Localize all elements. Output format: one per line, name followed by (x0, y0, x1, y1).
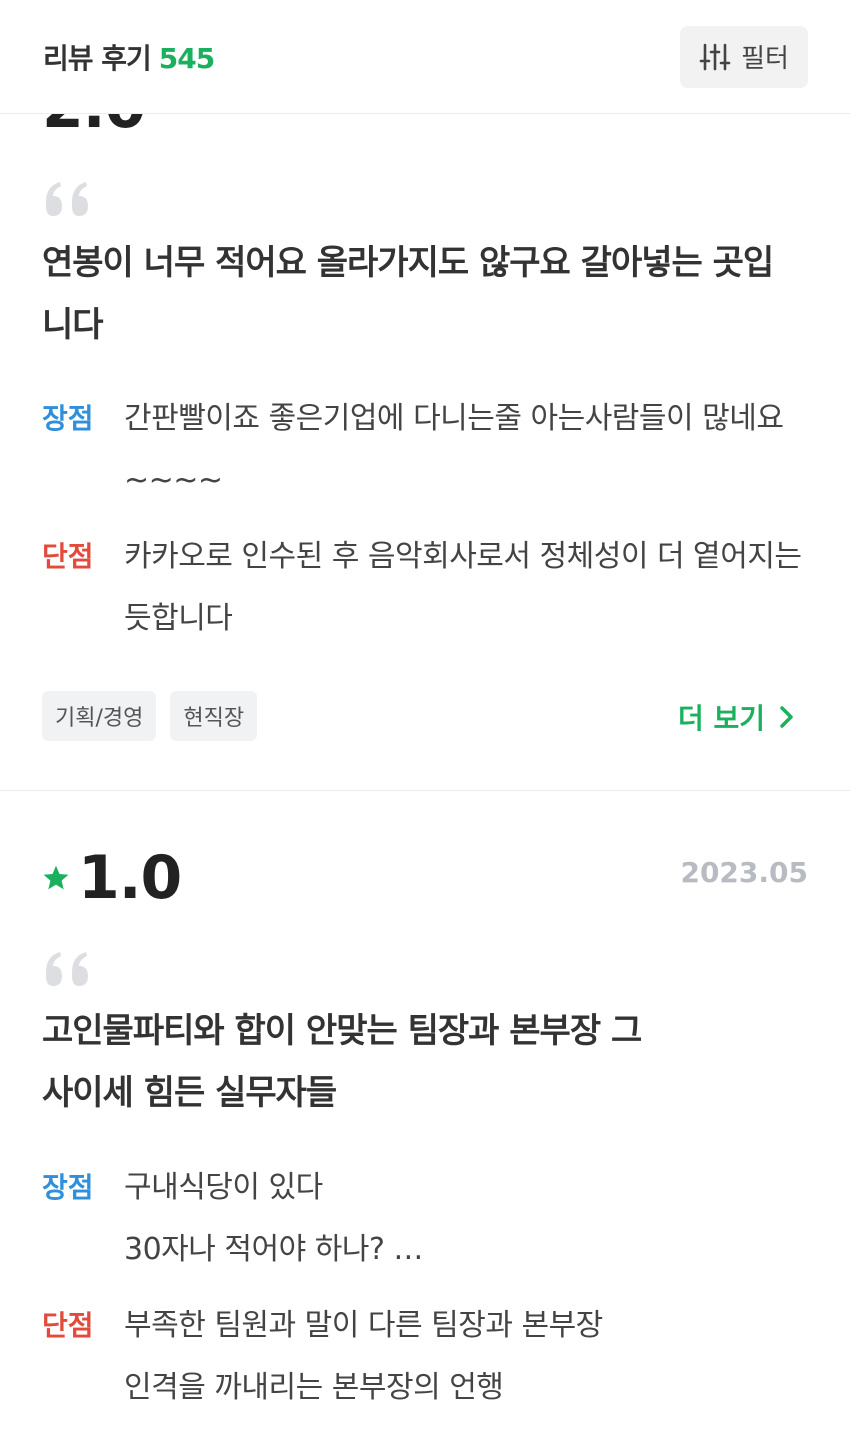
cons-label: 단점 (42, 540, 94, 573)
quote-icon (46, 952, 88, 986)
header-title-text: 리뷰 후기 (43, 41, 152, 75)
filter-button[interactable]: 필터 (680, 25, 808, 88)
cons-text: 부족한 팀원과 말이 다른 팀장과 본부장 인격을 까내리는 본부장의 언행 (124, 1295, 603, 1419)
pros-line: 구내식당이 있다 (124, 1170, 323, 1205)
review-date: 2023.05 (680, 856, 808, 889)
sliders-icon (699, 43, 731, 70)
review-header: 리뷰 후기 545 필터 (0, 0, 850, 114)
tag-status: 현직장 (170, 691, 258, 741)
pros-text: 구내식당이 있다 30자나 적어야 하나? … (124, 1157, 423, 1281)
cons-line: 부족한 팀원과 말이 다른 팀장과 본부장 (124, 1308, 603, 1343)
pros-label: 장점 (42, 1171, 94, 1204)
more-label: 더 보기 (677, 702, 765, 735)
pros-label: 장점 (42, 402, 94, 435)
cons-line: 인격을 까내리는 본부장의 언행 (124, 1370, 504, 1405)
filter-label: 필터 (741, 44, 789, 74)
rating-value: 1.0 (78, 843, 182, 913)
review-card: 1.0 2023.05 고인물파티와 합이 안맞는 팀장과 본부장 그사이세 힘… (0, 791, 850, 1434)
cons-label: 단점 (42, 1309, 94, 1342)
review-title: 고인물파티와 합이 안맞는 팀장과 본부장 그사이세 힘든 실무자들 (42, 1011, 642, 1113)
cons-section: 단점 부족한 팀원과 말이 다른 팀장과 본부장 인격을 까내리는 본부장의 언… (42, 1295, 802, 1419)
review-card: 2.0 연봉이 너무 적어요 올라가지도 않구요 갈아넣는 곳입니다 장점 간판… (0, 0, 850, 790)
review-count: 545 (158, 41, 215, 75)
tag-job: 기획/경영 (42, 691, 157, 741)
pros-section: 장점 구내식당이 있다 30자나 적어야 하나? … (42, 1157, 802, 1281)
rating-row: 1.0 (42, 843, 182, 913)
review-title: 연봉이 너무 적어요 올라가지도 않구요 갈아넣는 곳입니다 (42, 243, 774, 345)
tag-list: 기획/경영 현직장 (42, 691, 258, 741)
pros-section: 장점 간판빨이죠 좋은기업에 다니는줄 아는사람들이 많네요~~~~ (42, 388, 802, 512)
pros-text: 간판빨이죠 좋은기업에 다니는줄 아는사람들이 많네요~~~~ (124, 401, 784, 498)
more-button[interactable]: 더 보기 (678, 697, 795, 737)
cons-section: 단점 카카오로 인수된 후 음악회사로서 정체성이 더 옅어지는듯합니다 (42, 526, 802, 650)
cons-text: 카카오로 인수된 후 음악회사로서 정체성이 더 옅어지는듯합니다 (124, 539, 802, 636)
star-icon (43, 865, 69, 890)
header-title: 리뷰 후기 545 (43, 37, 215, 77)
quote-icon (46, 182, 88, 216)
pros-line: 30자나 적어야 하나? … (124, 1232, 423, 1267)
chevron-right-icon (780, 706, 793, 728)
